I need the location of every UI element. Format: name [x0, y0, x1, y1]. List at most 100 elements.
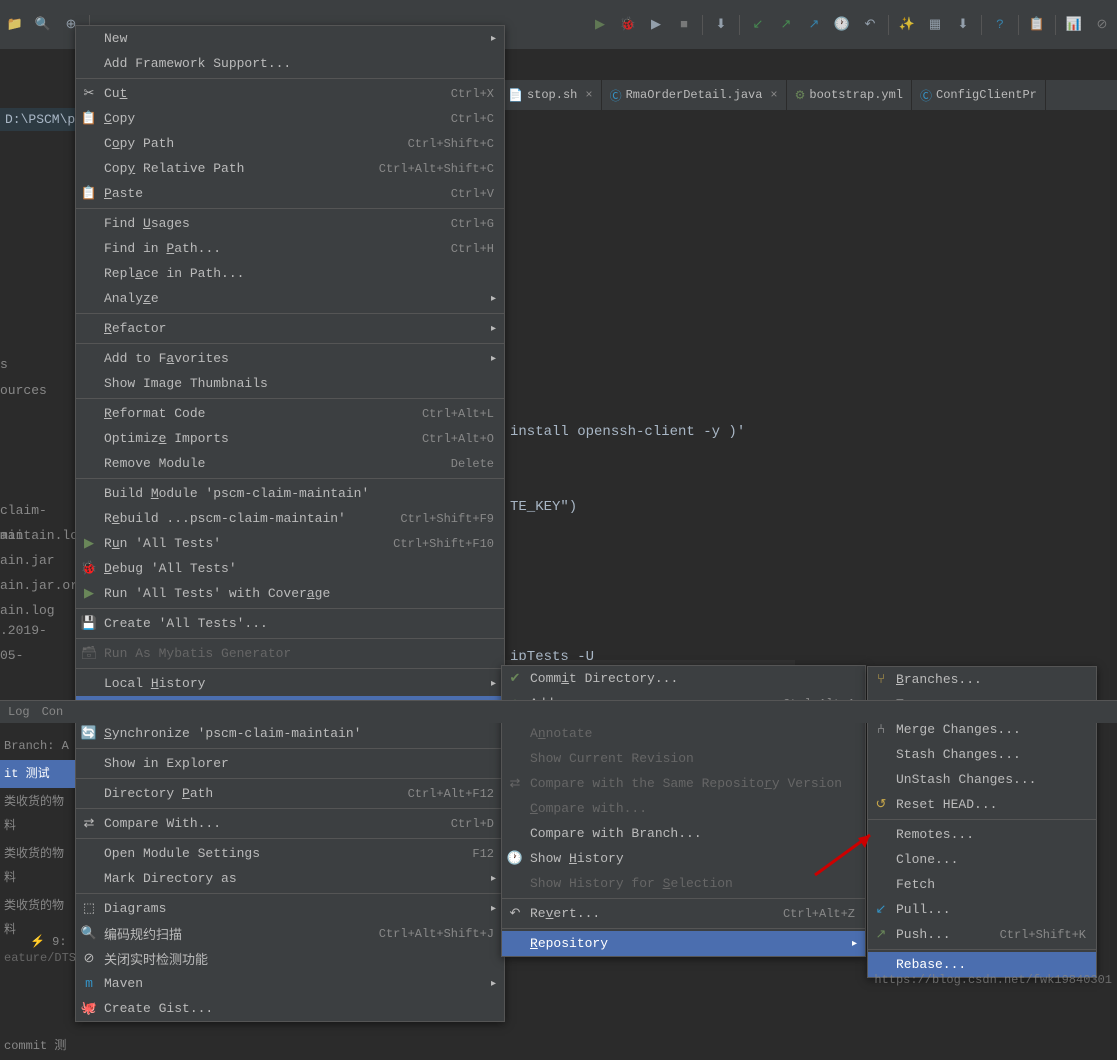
tab-stop-sh[interactable]: 📄 stop.sh × — [500, 80, 602, 110]
repo-item-10[interactable]: ↙Pull... — [868, 897, 1096, 922]
commit-icon[interactable]: ↗ — [776, 15, 796, 35]
ctx-item-37[interactable]: Show in Explorer — [76, 751, 504, 776]
tool-icon[interactable]: 📋 — [1027, 15, 1047, 35]
log-row[interactable]: 类收货的物料 — [0, 788, 75, 840]
ctx-item-44[interactable]: Mark Directory as▸ — [76, 866, 504, 891]
menu-separator — [76, 78, 504, 79]
menu-label: Copy — [104, 111, 451, 126]
folder-icon[interactable]: 📁 — [5, 15, 25, 35]
ctx-item-26[interactable]: 🐞Debug 'All Tests' — [76, 556, 504, 581]
ctx-item-25[interactable]: ▶Run 'All Tests'Ctrl+Shift+F10 — [76, 531, 504, 556]
git-item-8[interactable]: 🕐Show History — [502, 846, 865, 871]
shortcut: Delete — [451, 457, 494, 471]
ctx-item-46[interactable]: ⬚Diagrams▸ — [76, 896, 504, 921]
ctx-item-48[interactable]: ⊘关闭实时检测功能 — [76, 946, 504, 971]
tab-config-client[interactable]: Ⓒ ConfigClientPr — [912, 80, 1046, 110]
close-icon[interactable]: × — [585, 88, 592, 102]
coverage-icon[interactable]: ▶ — [646, 15, 666, 35]
history-icon: 🕐 — [507, 851, 523, 867]
repo-item-7[interactable]: Remotes... — [868, 822, 1096, 847]
git-item-11[interactable]: ↶Revert...Ctrl+Alt+Z — [502, 901, 865, 926]
menu-label: Refactor — [104, 321, 494, 336]
ctx-item-17[interactable]: Show Image Thumbnails — [76, 371, 504, 396]
ctx-item-9[interactable]: Find UsagesCtrl+G — [76, 211, 504, 236]
vcs-icon[interactable]: ⬇ — [711, 15, 731, 35]
ctx-item-5[interactable]: Copy PathCtrl+Shift+C — [76, 131, 504, 156]
menu-label: Run 'All Tests' — [104, 536, 393, 551]
tab-label: RmaOrderDetail.java — [626, 88, 763, 102]
menu-label: Annotate — [530, 726, 855, 741]
tab-console[interactable]: Con — [42, 705, 64, 719]
tab-label: bootstrap.yml — [809, 88, 903, 102]
ctx-item-21[interactable]: Remove ModuleDelete — [76, 451, 504, 476]
push-icon[interactable]: ↗ — [804, 15, 824, 35]
repo-item-0[interactable]: ⑂Branches... — [868, 667, 1096, 692]
wand-icon[interactable]: ✨ — [897, 15, 917, 35]
close-icon[interactable]: × — [770, 88, 777, 102]
ctx-item-35[interactable]: 🔄Synchronize 'pscm-claim-maintain' — [76, 721, 504, 746]
structure-icon[interactable]: ▦ — [925, 15, 945, 35]
tab-bootstrap-yml[interactable]: ⚙ bootstrap.yml — [787, 80, 912, 110]
ctx-item-27[interactable]: ▶Run 'All Tests' with Coverage — [76, 581, 504, 606]
repo-item-4[interactable]: UnStash Changes... — [868, 767, 1096, 792]
git-item-9: Show History for Selection — [502, 871, 865, 896]
git-item-3: Annotate — [502, 721, 865, 746]
ctx-item-47[interactable]: 🔍编码规约扫描Ctrl+Alt+Shift+J — [76, 921, 504, 946]
ctx-item-16[interactable]: Add to Favorites▸ — [76, 346, 504, 371]
ctx-item-39[interactable]: Directory PathCtrl+Alt+F12 — [76, 781, 504, 806]
ctx-item-29[interactable]: 💾Create 'All Tests'... — [76, 611, 504, 636]
ctx-item-10[interactable]: Find in Path...Ctrl+H — [76, 236, 504, 261]
search-icon[interactable]: 🔍 — [33, 15, 53, 35]
menu-label: Remotes... — [896, 827, 1086, 842]
shortcut: Ctrl+D — [451, 817, 494, 831]
menu-separator — [76, 343, 504, 344]
help-icon[interactable]: ? — [990, 15, 1010, 35]
test-row[interactable]: it 测试 — [0, 760, 75, 788]
status-9[interactable]: ⚡ 9: — [30, 934, 67, 949]
log-row[interactable]: 类收货的物料 — [0, 840, 75, 892]
debug-icon[interactable]: 🐞 — [618, 15, 638, 35]
ctx-item-33[interactable]: Local History▸ — [76, 671, 504, 696]
ctx-item-11[interactable]: Replace in Path... — [76, 261, 504, 286]
history-icon[interactable]: 🕐 — [832, 15, 852, 35]
ctx-item-12[interactable]: Analyze▸ — [76, 286, 504, 311]
ctx-item-49[interactable]: mMaven▸ — [76, 971, 504, 996]
ctx-item-7[interactable]: 📋PasteCtrl+V — [76, 181, 504, 206]
run-icon[interactable]: ▶ — [590, 15, 610, 35]
ctx-item-23[interactable]: Build Module 'pscm-claim-maintain' — [76, 481, 504, 506]
menu-label: Create 'All Tests'... — [104, 616, 494, 631]
update-icon[interactable]: ↙ — [748, 15, 768, 35]
repo-item-3[interactable]: Stash Changes... — [868, 742, 1096, 767]
repo-item-9[interactable]: Fetch — [868, 872, 1096, 897]
stop-icon[interactable]: ■ — [674, 15, 694, 35]
undo-icon[interactable]: ↶ — [860, 15, 880, 35]
shortcut: Ctrl+Alt+Shift+J — [379, 927, 494, 941]
git-item-7[interactable]: Compare with Branch... — [502, 821, 865, 846]
git-item-0[interactable]: ✔Commit Directory... — [502, 666, 865, 691]
ctx-item-14[interactable]: Refactor▸ — [76, 316, 504, 341]
ctx-item-43[interactable]: Open Module SettingsF12 — [76, 841, 504, 866]
ctx-item-41[interactable]: ⇄Compare With...Ctrl+D — [76, 811, 504, 836]
forbid-icon[interactable]: ⊘ — [1092, 15, 1112, 35]
ctx-item-24[interactable]: Rebuild ...pscm-claim-maintain'Ctrl+Shif… — [76, 506, 504, 531]
shortcut: Ctrl+Shift+F9 — [400, 512, 494, 526]
ctx-item-6[interactable]: Copy Relative PathCtrl+Alt+Shift+C — [76, 156, 504, 181]
git-item-13[interactable]: Repository▸ — [502, 931, 865, 956]
profile-icon[interactable]: ⬇ — [953, 15, 973, 35]
ctx-item-4[interactable]: 📋CopyCtrl+C — [76, 106, 504, 131]
ctx-item-19[interactable]: Reformat CodeCtrl+Alt+L — [76, 401, 504, 426]
tab-log[interactable]: Log — [8, 705, 30, 719]
shortcut: Ctrl+Alt+F12 — [408, 787, 494, 801]
menu-label: Optimize Imports — [104, 431, 422, 446]
repo-item-5[interactable]: ↺Reset HEAD... — [868, 792, 1096, 817]
ctx-item-1[interactable]: Add Framework Support... — [76, 51, 504, 76]
ctx-item-3[interactable]: ✂CutCtrl+X — [76, 81, 504, 106]
repo-item-8[interactable]: Clone... — [868, 847, 1096, 872]
shortcut: Ctrl+Shift+K — [1000, 928, 1086, 942]
repo-item-11[interactable]: ↗Push...Ctrl+Shift+K — [868, 922, 1096, 947]
monitor-icon[interactable]: 📊 — [1064, 15, 1084, 35]
ctx-item-0[interactable]: New▸ — [76, 26, 504, 51]
ctx-item-20[interactable]: Optimize ImportsCtrl+Alt+O — [76, 426, 504, 451]
tab-rma-order-detail[interactable]: Ⓒ RmaOrderDetail.java × — [602, 80, 787, 110]
menu-label: Compare with Branch... — [530, 826, 855, 841]
